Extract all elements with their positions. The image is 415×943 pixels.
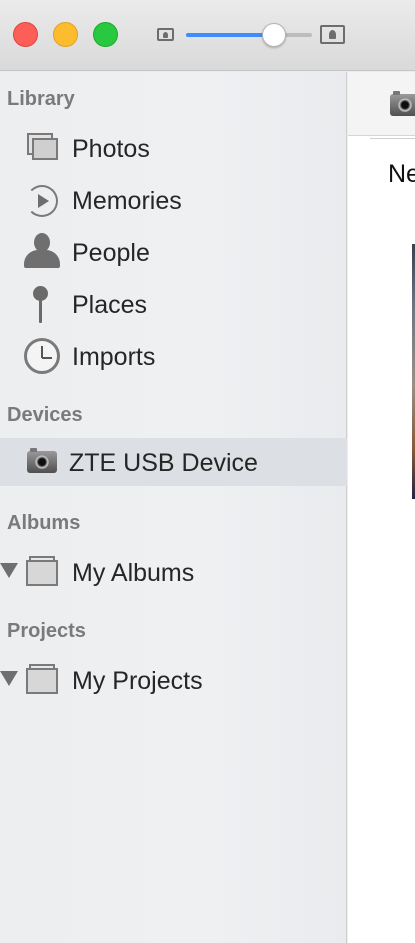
zoom-slider[interactable] [186,23,312,47]
album-stack-icon [26,556,58,586]
disclosure-triangle-icon[interactable] [0,671,18,686]
title-bar [0,0,415,71]
sidebar-item-zte-usb-device[interactable]: ZTE USB Device [0,438,347,486]
maximize-window-button[interactable] [93,22,118,47]
album-stack-icon [26,664,58,694]
sidebar-item-label: Memories [72,187,182,215]
zoom-slider-fill [186,33,275,37]
pin-icon [33,286,49,326]
zoom-out-icon[interactable] [157,28,174,41]
sidebar-item-label: ZTE USB Device [69,449,258,477]
sidebar-item-imports[interactable]: Imports [0,332,347,380]
sidebar-item-my-projects[interactable]: My Projects [0,656,347,704]
divider [370,138,415,139]
import-heading: Ne [388,160,415,188]
clock-icon [24,338,60,374]
close-window-button[interactable] [13,22,38,47]
sidebar-item-label: Imports [72,343,156,371]
sidebar-item-my-albums[interactable]: My Albums [0,548,347,596]
disclosure-triangle-icon[interactable] [0,563,18,578]
sidebar-item-places[interactable]: Places [0,280,347,328]
devices-section-header: Devices [7,404,83,426]
sidebar-item-label: Photos [72,135,150,163]
camera-icon [27,448,57,473]
library-section-header: Library [7,88,75,110]
sidebar-item-label: My Projects [72,667,203,695]
albums-section-header: Albums [7,512,81,534]
memories-icon [24,184,60,218]
camera-icon[interactable] [390,91,415,116]
sidebar-item-memories[interactable]: Memories [0,176,347,224]
minimize-window-button[interactable] [53,22,78,47]
sidebar-item-people[interactable]: People [0,228,347,276]
sidebar-item-label: People [72,239,150,267]
sidebar-item-label: My Albums [72,559,195,587]
projects-section-header: Projects [7,620,86,642]
sidebar-item-photos[interactable]: Photos [0,124,347,172]
people-icon [24,233,60,271]
zoom-slider-thumb[interactable] [262,23,287,47]
main-toolbar [348,72,415,136]
sidebar: Library Photos Memories People Places Im… [0,72,347,943]
sidebar-item-label: Places [72,291,148,319]
zoom-in-icon[interactable] [320,25,345,44]
main-content: Ne [348,72,415,943]
photos-icon [27,133,58,160]
